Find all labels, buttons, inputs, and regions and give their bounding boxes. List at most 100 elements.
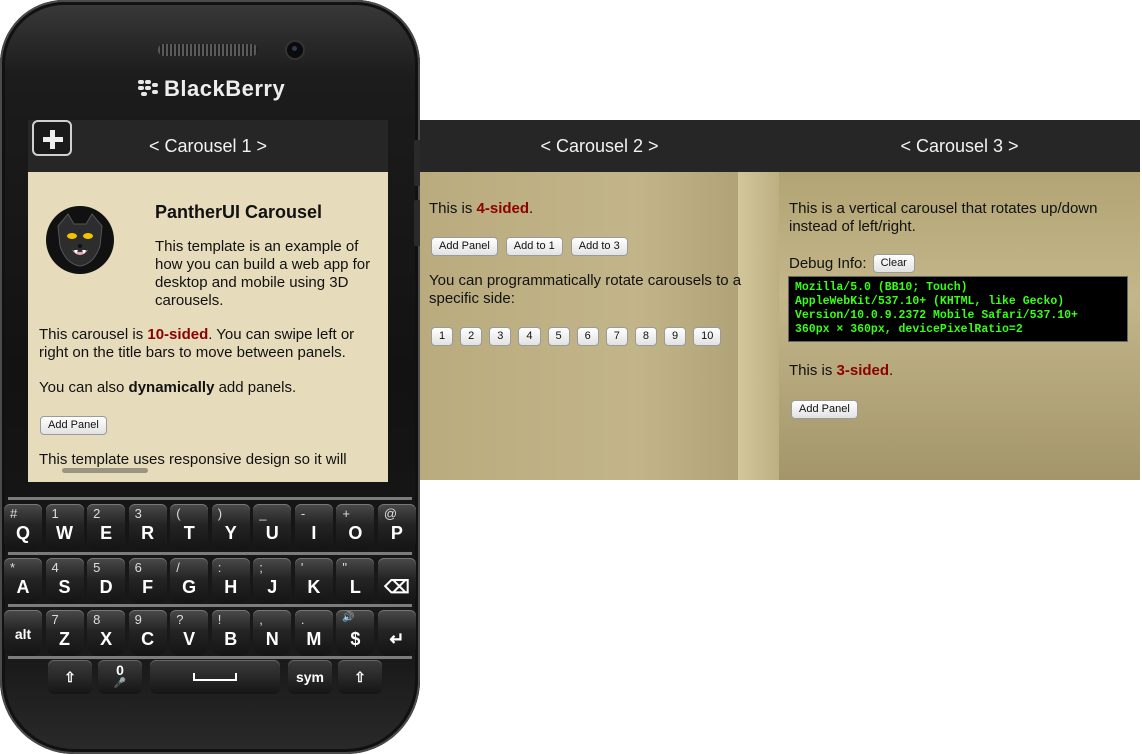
- key-dollar[interactable]: 🔊 $: [336, 610, 375, 656]
- rotate-side-6-button[interactable]: 6: [576, 327, 599, 346]
- key-n[interactable]: ,N: [253, 610, 292, 656]
- carousel-1-titlebar[interactable]: < Carousel 1 >: [28, 120, 388, 172]
- key-c[interactable]: 9C: [128, 610, 167, 656]
- backspace-icon: ⌫: [384, 577, 410, 597]
- sides-pre: This is: [789, 362, 837, 379]
- key-b[interactable]: ! B: [211, 610, 250, 656]
- key-l[interactable]: " L: [336, 558, 375, 604]
- key-x[interactable]: 8X: [87, 610, 126, 656]
- keyboard: # Q 1W 2E 3R (T ) Y _ U -I + O @ P * A 4S 5D 6…: [4, 498, 416, 658]
- key-v[interactable]: ? V: [170, 610, 209, 656]
- add-button[interactable]: [32, 120, 72, 156]
- key-a[interactable]: * A: [4, 558, 42, 604]
- rotate-text: You can programmatically rotate carousel…: [429, 272, 742, 307]
- carousel-heading: PantherUI Carousel: [155, 202, 323, 222]
- key-o[interactable]: + O: [336, 504, 375, 550]
- sides-text: This carousel is 10-sided. You can swipe…: [39, 326, 383, 362]
- add-to-3-button[interactable]: Add to 3: [570, 237, 628, 256]
- rotate-side-9-button[interactable]: 9: [664, 327, 687, 346]
- key-q[interactable]: # Q: [4, 504, 42, 550]
- intro-text: This template is an example of how you c…: [155, 238, 371, 309]
- rotate-side-1-button[interactable]: 1: [431, 327, 454, 346]
- keyboard-row-2: * A 4S 5D 6F / G :H ; J ' K " L ⌫: [4, 558, 416, 606]
- carousel-2-panel: < Carousel 2 > This is 4-sided. Add Pane…: [420, 120, 779, 480]
- sym-label: sym: [295, 669, 325, 685]
- side-buttons: 1 2 3 4 5 6 7 8 9 10: [431, 327, 722, 346]
- sides-text: This is 4-sided.: [429, 200, 533, 218]
- carousel-3-titlebar[interactable]: < Carousel 3 >: [779, 120, 1140, 172]
- key-j[interactable]: ; J: [253, 558, 292, 604]
- rotate-side-5-button[interactable]: 5: [547, 327, 570, 346]
- dynamic-text: You can also dynamically add panels.: [39, 379, 383, 397]
- key-h[interactable]: :H: [211, 558, 250, 604]
- microphone-icon: 🎤: [113, 678, 127, 689]
- keyboard-row-3: alt 7Z 8X 9C ? V ! B ,N .M 🔊 $ ↵: [4, 610, 416, 658]
- add-panel-button[interactable]: Add Panel: [40, 416, 107, 435]
- panther-logo-icon: [46, 206, 114, 274]
- key-w[interactable]: 1W: [45, 504, 84, 550]
- shift-right-key[interactable]: ⇧: [338, 660, 382, 694]
- add-panel-button[interactable]: Add Panel: [791, 400, 858, 419]
- carousel-2-title: < Carousel 2 >: [540, 135, 659, 156]
- space-key[interactable]: [150, 660, 280, 694]
- key-k[interactable]: ' K: [294, 558, 333, 604]
- carousel-3-title: < Carousel 3 >: [900, 135, 1019, 156]
- rotate-side-3-button[interactable]: 3: [489, 327, 512, 346]
- sides-post: .: [889, 362, 894, 379]
- dynamic-post: add panels.: [214, 379, 297, 396]
- shift-left-key[interactable]: ⇧: [48, 660, 92, 694]
- key-z[interactable]: 7Z: [45, 610, 84, 656]
- zero-label: 0: [116, 662, 124, 678]
- rotate-side-8-button[interactable]: 8: [634, 327, 657, 346]
- space-icon: [193, 673, 237, 681]
- key-i[interactable]: -I: [294, 504, 333, 550]
- panel-buttons: Add Panel Add to 1 Add to 3: [431, 237, 628, 256]
- rotate-side-7-button[interactable]: 7: [605, 327, 628, 346]
- carousel-face-right: [738, 172, 779, 480]
- shift-icon: ⇧: [64, 668, 76, 685]
- debug-row: Debug Info: Clear: [789, 254, 915, 273]
- key-alt[interactable]: alt: [4, 610, 42, 656]
- add-panel-button[interactable]: Add Panel: [431, 237, 498, 256]
- keyboard-bottom-row: ⇧ 0 🎤 sym ⇧: [8, 660, 412, 700]
- key-d[interactable]: 5D: [87, 558, 126, 604]
- rotate-side-4-button[interactable]: 4: [518, 327, 541, 346]
- carousel-3-panel: < Carousel 3 > This is a vertical carous…: [779, 120, 1140, 480]
- rotate-side-10-button[interactable]: 10: [693, 327, 722, 346]
- speaker-icon: 🔊: [342, 612, 355, 623]
- clear-button[interactable]: Clear: [872, 254, 915, 273]
- zero-mic-key[interactable]: 0 🎤: [98, 660, 142, 694]
- sym-key[interactable]: sym: [288, 660, 332, 694]
- add-to-1-button[interactable]: Add to 1: [505, 237, 563, 256]
- sides-post: .: [529, 200, 534, 217]
- key-e[interactable]: 2E: [87, 504, 126, 550]
- scrollbar[interactable]: [62, 468, 148, 473]
- key-u[interactable]: _ U: [253, 504, 292, 550]
- key-m[interactable]: .M: [294, 610, 333, 656]
- debug-line: AppleWebKit/537.10+ (KHTML, like Gecko): [795, 295, 1065, 308]
- blackberry-logo-icon: [138, 80, 158, 98]
- debug-output: Mozilla/5.0 (BB10; Touch) AppleWebKit/53…: [788, 276, 1128, 342]
- key-r[interactable]: 3R: [128, 504, 167, 550]
- key-s[interactable]: 4S: [45, 558, 84, 604]
- carousel-1-content: PantherUI Carousel This template is an e…: [28, 172, 388, 482]
- key-y[interactable]: ) Y: [211, 504, 250, 550]
- key-backspace[interactable]: ⌫: [377, 558, 416, 604]
- key-t[interactable]: (T: [170, 504, 209, 550]
- carousel-face-left: [420, 172, 779, 480]
- carousel-1-panel: < Carousel 1 > PantherUI Carousel This t…: [28, 120, 388, 482]
- sides-pre: This carousel is: [39, 326, 148, 343]
- debug-line: 360px × 360px, devicePixelRatio=2: [795, 323, 1023, 336]
- sides-value: 10-sided: [147, 326, 209, 343]
- dynamic-pre: You can also: [39, 379, 129, 396]
- sides-value: 4-sided: [476, 200, 530, 217]
- camera-lens: [287, 42, 303, 58]
- carousel-2-titlebar[interactable]: < Carousel 2 >: [420, 120, 779, 172]
- key-g[interactable]: / G: [170, 558, 209, 604]
- rotate-side-2-button[interactable]: 2: [460, 327, 483, 346]
- key-f[interactable]: 6F: [128, 558, 167, 604]
- key-enter[interactable]: ↵: [377, 610, 416, 656]
- debug-label: Debug Info:: [789, 254, 867, 272]
- key-p[interactable]: @ P: [377, 504, 416, 550]
- debug-line: Mozilla/5.0 (BB10; Touch): [795, 281, 968, 294]
